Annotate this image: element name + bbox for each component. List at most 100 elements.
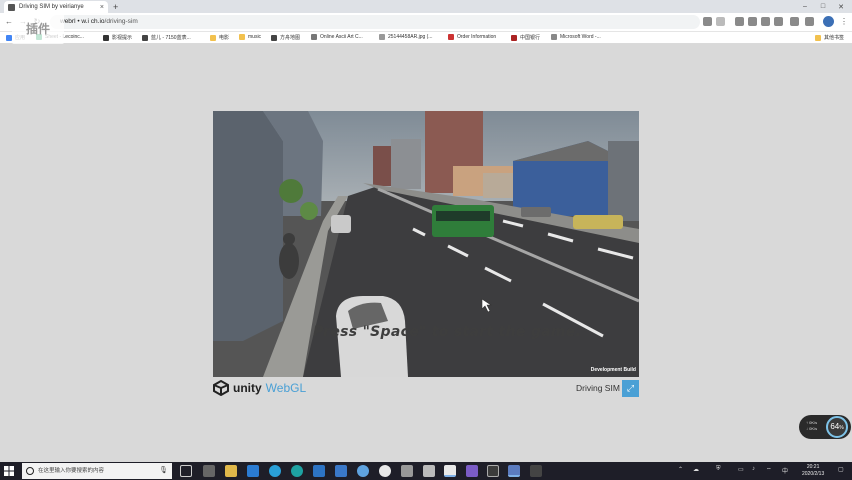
app-icon[interactable]: [357, 465, 369, 477]
building-left: [213, 111, 283, 341]
bookmark-item[interactable]: 25144458AR.jpg (...: [379, 34, 432, 40]
yellow-car: [573, 215, 623, 229]
bookmark-icon: [511, 34, 517, 41]
unity-icon[interactable]: [423, 465, 435, 477]
tab-strip: Driving SIM by veirianye × + – □ ✕: [0, 0, 852, 13]
app-icon[interactable]: [401, 465, 413, 477]
tree: [300, 202, 318, 220]
car: [521, 207, 551, 217]
taskbar-search-box[interactable]: 在这里输入你要搜索的内容 🎙: [22, 463, 172, 479]
bookmark-item[interactable]: Online Ascii Art C...: [311, 34, 363, 40]
pedestrian: [279, 243, 299, 279]
bookmark-icon: [142, 34, 148, 41]
search-placeholder: 在这里输入你要搜索的内容: [38, 468, 105, 474]
bookmark-label: Online Ascii Art C...: [320, 34, 363, 40]
tab-driving-sim[interactable]: Driving SIM by veirianye ×: [4, 1, 108, 13]
tree: [279, 179, 303, 203]
clock-time: 20:21: [806, 464, 820, 470]
favicon-icon: [8, 3, 15, 11]
tab-close-icon[interactable]: ×: [100, 4, 104, 11]
clock-date: 2020/2/13: [802, 471, 825, 477]
extension-icon[interactable]: [774, 17, 783, 26]
bookmark-icon: [311, 34, 317, 40]
car: [331, 215, 351, 233]
bookmark-folder[interactable]: 电影: [210, 34, 229, 41]
usage-value: 64: [830, 422, 840, 431]
extension-icon[interactable]: [735, 17, 744, 26]
bookmark-label: 影视提示: [112, 35, 133, 41]
bookmark-label: 电影: [219, 35, 230, 41]
bookmark-icon: [271, 34, 277, 41]
extension-icon[interactable]: [761, 17, 770, 26]
bookmark-item[interactable]: 方舟地图: [271, 34, 300, 41]
start-prompt: Press "Space" to start the game.: [313, 324, 582, 340]
extension-icon[interactable]: [805, 17, 814, 26]
new-tab-button[interactable]: +: [113, 1, 118, 13]
bookmark-item[interactable]: Microsoft Word -...: [551, 34, 601, 40]
browser-icon[interactable]: [269, 465, 281, 477]
address-bar[interactable]: webrl • w.i ch.io/driving-sim: [50, 15, 700, 29]
bookmark-label: Order Information: [457, 34, 497, 40]
bookmark-icon: [379, 34, 385, 40]
file-explorer-icon[interactable]: [225, 465, 237, 477]
app-icon[interactable]: [508, 465, 520, 477]
translate-icon[interactable]: [703, 17, 712, 26]
ime-indicator[interactable]: 中: [782, 466, 788, 475]
bookmark-item[interactable]: 蓝儿 - 7150蓝表...: [142, 34, 191, 41]
fullscreen-button[interactable]: ⤢: [622, 380, 639, 397]
url-host: webrl • w.i ch.io: [60, 18, 105, 25]
folder-icon: [815, 34, 821, 41]
wifi-icon[interactable]: ⌔: [766, 466, 772, 474]
close-window-button[interactable]: ✕: [832, 0, 850, 13]
app-icon[interactable]: [313, 465, 325, 477]
system-clock[interactable]: 20:21 2020/2/13: [802, 464, 824, 478]
notification-icon[interactable]: ▢: [838, 466, 844, 473]
unity-hub-icon[interactable]: [530, 465, 542, 477]
other-bookmarks-folder[interactable]: 其他书签: [815, 34, 844, 41]
unity-wordmark: unity: [233, 381, 262, 395]
minimize-button[interactable]: –: [796, 0, 814, 13]
tray-overflow-icon[interactable]: ⌃: [678, 466, 683, 473]
app-icon[interactable]: [487, 465, 499, 477]
bookmark-label: 其他书签: [824, 35, 845, 41]
building: [391, 139, 421, 189]
star-icon[interactable]: [716, 17, 725, 26]
bookmarks-bar: 应用 Sheet - Lecoinc... 影视提示 蓝儿 - 7150蓝表..…: [0, 32, 852, 44]
cortana-icon: [26, 467, 34, 475]
dev-build-label: Development Build: [590, 367, 636, 373]
url-path: /driving-sim: [104, 18, 138, 25]
microphone-icon[interactable]: 🎙: [159, 463, 168, 479]
building: [608, 141, 639, 221]
bookmark-item[interactable]: Order Information: [448, 34, 496, 40]
usage-unit: %: [839, 425, 844, 431]
game-canvas[interactable]: Press "Space" to start the game. Develop…: [213, 111, 639, 377]
extension-icon[interactable]: [790, 17, 799, 26]
extension-icon[interactable]: [748, 17, 757, 26]
game-title: Driving SIM: [576, 383, 620, 393]
maximize-button[interactable]: □: [814, 0, 832, 13]
edge-icon[interactable]: [247, 465, 259, 477]
bookmark-folder[interactable]: music: [239, 34, 261, 40]
volume-icon[interactable]: ♪: [752, 466, 755, 472]
bookmark-item[interactable]: 中国银行: [511, 34, 540, 41]
tray-icon[interactable]: ☁: [693, 466, 699, 473]
security-icon[interactable]: ⛨: [716, 466, 721, 473]
unity-cube-icon: [213, 380, 229, 396]
tab-title: Driving SIM by veirianye: [19, 4, 84, 10]
app-icon[interactable]: [335, 465, 347, 477]
network-speed-widget[interactable]: ↑ 0K/s ↓ 0K/s 64%: [799, 415, 851, 439]
app-icon[interactable]: [379, 465, 391, 477]
network-icon[interactable]: ▭: [738, 466, 744, 473]
visual-studio-icon[interactable]: [466, 465, 478, 477]
bookmark-label: 中国银行: [520, 35, 541, 41]
chrome-icon[interactable]: [444, 465, 456, 477]
windows-start-icon[interactable]: [4, 466, 14, 476]
network-speeds: ↑ 0K/s ↓ 0K/s: [806, 420, 817, 432]
calculator-icon[interactable]: [203, 465, 215, 477]
bookmark-item[interactable]: 影视提示: [103, 34, 132, 41]
app-icon[interactable]: [291, 465, 303, 477]
folder-icon: [239, 34, 245, 40]
profile-avatar[interactable]: [823, 16, 834, 27]
task-view-icon[interactable]: [180, 465, 192, 477]
menu-icon[interactable]: ⋮: [838, 16, 850, 28]
